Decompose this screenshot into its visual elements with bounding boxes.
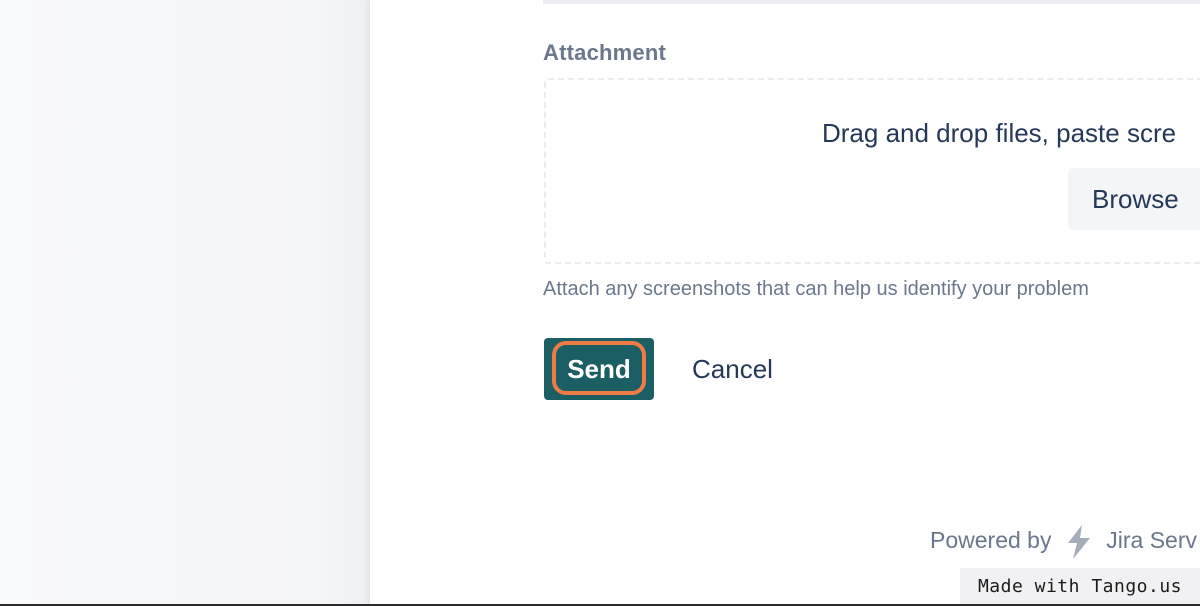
attachment-help-text: Attach any screenshots that can help us … (543, 278, 1089, 300)
request-form-panel: Attachment Drag and drop files, paste sc… (370, 0, 1200, 606)
attachment-label: Attachment (543, 40, 667, 65)
page: Attachment Drag and drop files, paste sc… (0, 0, 1200, 606)
tango-watermark: Made with Tango.us (960, 568, 1200, 606)
previous-field-edge (543, 0, 1200, 4)
dropzone-instructions: Drag and drop files, paste scre (822, 118, 1177, 148)
send-button[interactable]: Send (544, 338, 654, 400)
lightning-bolt-icon (1062, 523, 1096, 561)
powered-by-footer: Powered by Jira Serv (930, 520, 1197, 560)
cancel-button[interactable]: Cancel (692, 348, 773, 390)
jira-product-link[interactable]: Jira Serv (1106, 527, 1197, 553)
send-button-label: Send (567, 354, 631, 384)
page-background (0, 0, 370, 606)
browse-button[interactable]: Browse (1068, 168, 1200, 230)
powered-by-text: Powered by (930, 527, 1052, 553)
